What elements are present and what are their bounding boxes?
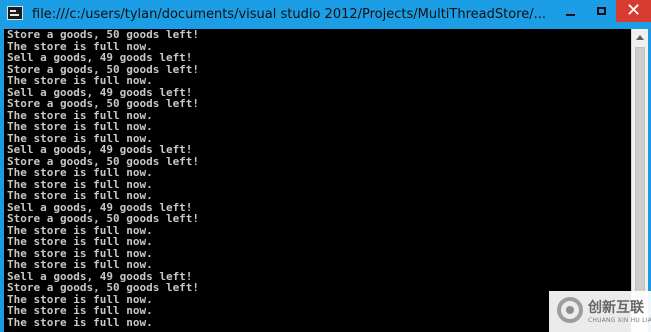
minimize-button[interactable] (555, 0, 586, 22)
watermark-english-text: CHUANG XIN HU LIAN (588, 317, 651, 324)
console-output[interactable]: Store a goods, 50 goods left! The store i… (4, 29, 631, 332)
console-app-icon (7, 6, 23, 20)
watermark: 创新互联 CHUANG XIN HU LIAN (549, 291, 651, 332)
console-window: file:///c:/users/tylan/documents/visual … (0, 0, 651, 332)
watermark-logo-icon (557, 297, 583, 323)
title-bar[interactable]: file:///c:/users/tylan/documents/visual … (0, 0, 651, 29)
scroll-thumb[interactable] (635, 47, 645, 311)
close-button[interactable]: ✕ (616, 0, 651, 22)
scroll-up-arrow-icon[interactable] (632, 29, 648, 46)
console-line: The store is full now. (7, 315, 153, 329)
restore-button[interactable] (586, 0, 616, 22)
watermark-chinese-text: 创新互联 (588, 300, 644, 316)
window-title: file:///c:/users/tylan/documents/visual … (32, 7, 547, 22)
vertical-scrollbar[interactable] (631, 29, 648, 332)
